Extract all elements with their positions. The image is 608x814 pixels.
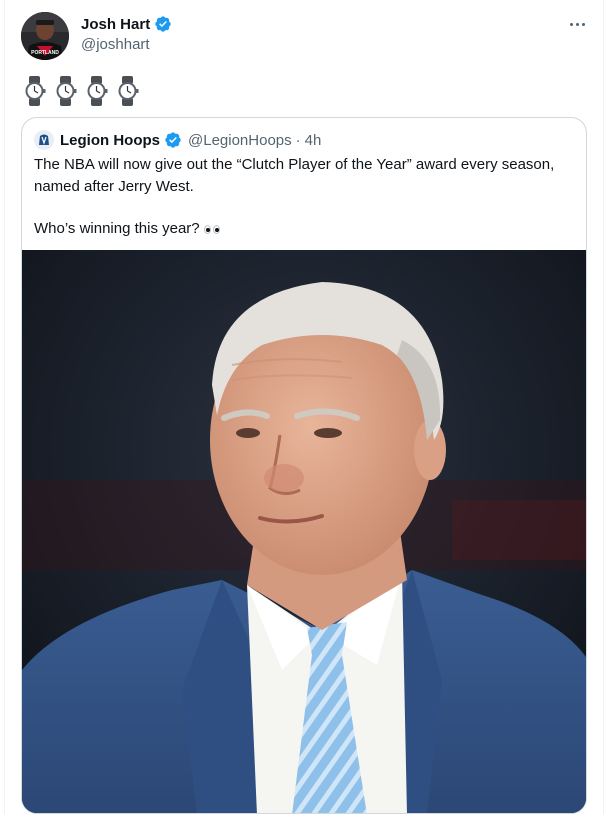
- quoted-author-display-name[interactable]: Legion Hoops: [60, 132, 160, 149]
- quoted-text-line: The NBA will now give out the “Clutch Pl…: [34, 156, 555, 173]
- verified-badge-icon: [165, 132, 181, 148]
- more-dot: [581, 22, 585, 26]
- eyes-icon: [203, 224, 220, 234]
- quoted-tweet-header: Legion Hoops @LegionHoops · 4h: [34, 130, 321, 150]
- eye: [212, 224, 220, 234]
- quoted-text-question-row: Who’s winning this year?: [34, 218, 574, 240]
- quoted-tweet-photo[interactable]: [22, 250, 586, 813]
- watch-icon: [25, 76, 46, 106]
- watch-icon: [87, 76, 108, 106]
- tweet-text: [23, 74, 139, 108]
- verified-badge-icon: [155, 16, 171, 32]
- eye: [203, 224, 211, 234]
- avatar-jersey-text: PORTLAND: [31, 50, 59, 56]
- tweet-card[interactable]: PORTLAND Josh Hart @joshhart Legion Hoop…: [4, 0, 604, 814]
- quoted-tweet[interactable]: Legion Hoops @LegionHoops · 4h The NBA w…: [21, 117, 587, 814]
- watch-icon: [56, 76, 77, 106]
- more-dot: [569, 22, 573, 26]
- quoted-tweet-text: The NBA will now give out the “Clutch Pl…: [34, 154, 574, 240]
- quoted-author-avatar[interactable]: [34, 130, 54, 150]
- more-dot: [575, 22, 579, 26]
- watch-icon: [118, 76, 139, 106]
- quoted-text-line: Who’s winning this year?: [34, 220, 200, 237]
- quoted-text-line: named after Jerry West.: [34, 178, 194, 195]
- author-display-name[interactable]: Josh Hart: [81, 16, 150, 33]
- avatar-image: PORTLAND: [21, 12, 69, 60]
- more-options-button[interactable]: [565, 12, 589, 36]
- author-avatar[interactable]: PORTLAND: [21, 12, 69, 60]
- separator-dot: ·: [295, 131, 301, 149]
- quoted-tweet-time[interactable]: 4h: [305, 132, 322, 149]
- photo-image: [22, 250, 586, 813]
- quoted-author-handle[interactable]: @LegionHoops: [188, 132, 292, 149]
- author-handle[interactable]: @joshhart: [81, 36, 172, 53]
- author-block: Josh Hart @joshhart: [81, 15, 172, 53]
